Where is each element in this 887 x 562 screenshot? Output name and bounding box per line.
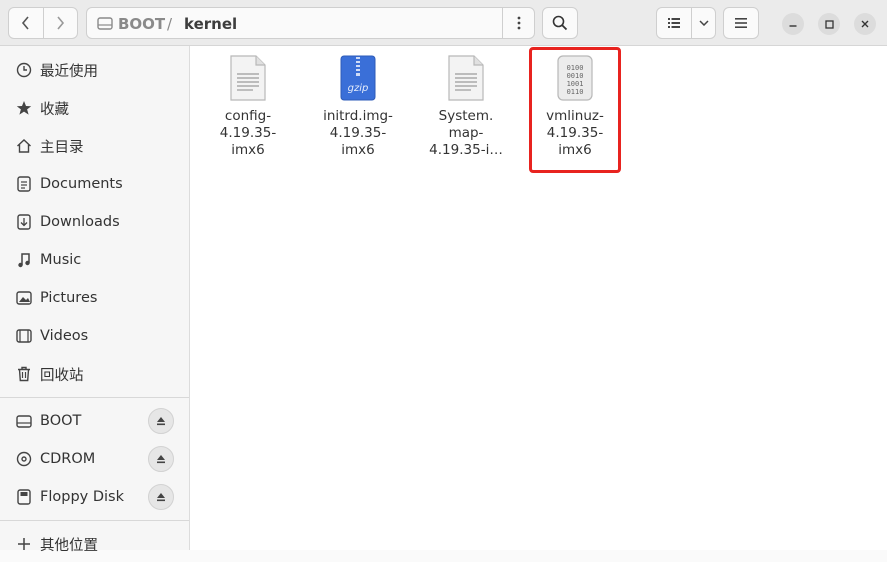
more-vertical-icon	[517, 16, 521, 30]
sidebar-item-videos[interactable]: Videos	[0, 318, 189, 354]
maximize-button[interactable]	[818, 13, 840, 35]
disc-icon	[15, 450, 33, 468]
file-name: initrd.img- 4.19.35- imx6	[323, 108, 393, 158]
sidebar-item-cdrom[interactable]: CDROM	[0, 441, 189, 477]
close-button[interactable]	[854, 13, 876, 35]
sidebar: 最近使用 收藏 主目录 Documents Downloads Music Pi…	[0, 46, 190, 554]
sidebar-item-documents[interactable]: Documents	[0, 166, 189, 202]
download-icon	[15, 213, 33, 231]
star-icon	[15, 99, 33, 117]
breadcrumb-kernel[interactable]: kernel	[184, 15, 237, 33]
file-name: System. map- 4.19.35-i…	[429, 108, 503, 158]
path-menu-button[interactable]	[503, 8, 535, 38]
sidebar-divider	[0, 397, 189, 398]
sidebar-item-recent[interactable]: 最近使用	[0, 52, 189, 88]
file-item-initrd[interactable]: gzip initrd.img- 4.19.35- imx6	[314, 54, 402, 159]
header-bar: BOOT / kernel	[0, 0, 887, 46]
clock-icon	[15, 61, 33, 79]
sidebar-divider	[0, 520, 189, 521]
eject-icon	[157, 417, 165, 426]
sidebar-item-boot[interactable]: BOOT	[0, 403, 189, 439]
drive-icon	[15, 412, 33, 430]
navigation-buttons	[8, 7, 78, 39]
music-icon	[15, 251, 33, 269]
file-item-config[interactable]: config- 4.19.35- imx6	[204, 54, 292, 159]
chevron-left-icon	[21, 16, 29, 30]
sidebar-item-label: 最近使用	[40, 63, 98, 80]
sidebar-item-label: 收藏	[40, 101, 69, 118]
maximize-icon	[824, 19, 834, 29]
close-icon	[861, 20, 869, 28]
sidebar-item-label: BOOT	[40, 413, 82, 429]
sidebar-item-label: 主目录	[40, 139, 84, 156]
picture-icon	[15, 289, 33, 307]
sidebar-item-label: Downloads	[40, 214, 120, 230]
home-icon	[15, 137, 33, 155]
sidebar-item-starred[interactable]: 收藏	[0, 90, 189, 126]
sidebar-item-label: Documents	[40, 176, 123, 192]
chevron-right-icon	[57, 16, 65, 30]
sidebar-item-trash[interactable]: 回收站	[0, 356, 189, 392]
text-file-icon	[228, 54, 268, 102]
floppy-icon	[15, 488, 33, 506]
sidebar-item-label: Music	[40, 252, 82, 268]
sidebar-item-pictures[interactable]: Pictures	[0, 280, 189, 316]
list-icon	[668, 18, 680, 28]
document-icon	[15, 175, 33, 193]
file-name: config- 4.19.35- imx6	[219, 108, 277, 158]
sidebar-item-label: Pictures	[40, 290, 98, 306]
highlight-box	[529, 47, 621, 173]
path-bar[interactable]: BOOT / kernel	[86, 7, 535, 39]
file-item-system-map[interactable]: System. map- 4.19.35-i…	[422, 54, 510, 159]
hamburger-icon	[735, 18, 747, 28]
sidebar-item-floppy[interactable]: Floppy Disk	[0, 479, 189, 515]
view-options-dropdown[interactable]	[692, 8, 715, 38]
view-toggle	[656, 7, 716, 39]
plus-icon	[15, 535, 33, 553]
drive-icon	[97, 17, 113, 30]
minimize-button[interactable]	[782, 13, 804, 35]
eject-button[interactable]	[148, 484, 174, 510]
sidebar-item-music[interactable]: Music	[0, 242, 189, 278]
sidebar-item-home[interactable]: 主目录	[0, 128, 189, 164]
video-icon	[15, 327, 33, 345]
eject-icon	[157, 493, 165, 502]
file-view: config- 4.19.35- imx6 gzip initrd.img- 4.19…	[190, 46, 887, 550]
eject-button[interactable]	[148, 446, 174, 472]
sidebar-item-label: 其他位置	[40, 537, 98, 554]
eject-button[interactable]	[148, 408, 174, 434]
list-view-button[interactable]	[657, 8, 692, 38]
text-file-icon	[446, 54, 486, 102]
trash-icon	[15, 365, 33, 383]
sidebar-item-label: Floppy Disk	[40, 489, 124, 505]
gzip-archive-icon: gzip	[338, 54, 378, 102]
main-menu-button[interactable]	[723, 7, 759, 39]
back-button[interactable]	[9, 8, 43, 38]
sidebar-item-downloads[interactable]: Downloads	[0, 204, 189, 240]
sidebar-item-other-locations[interactable]: 其他位置	[0, 526, 189, 562]
sidebar-item-label: CDROM	[40, 451, 96, 467]
minimize-icon	[789, 25, 797, 27]
search-icon	[552, 15, 568, 31]
gzip-label: gzip	[348, 83, 369, 94]
breadcrumb-boot[interactable]: BOOT	[118, 15, 165, 33]
forward-button[interactable]	[42, 8, 78, 38]
breadcrumb-separator: /	[167, 15, 173, 33]
chevron-down-icon	[698, 20, 709, 26]
sidebar-item-label: Videos	[40, 328, 89, 344]
search-button[interactable]	[542, 7, 578, 39]
eject-icon	[157, 455, 165, 464]
sidebar-item-label: 回收站	[40, 367, 84, 384]
